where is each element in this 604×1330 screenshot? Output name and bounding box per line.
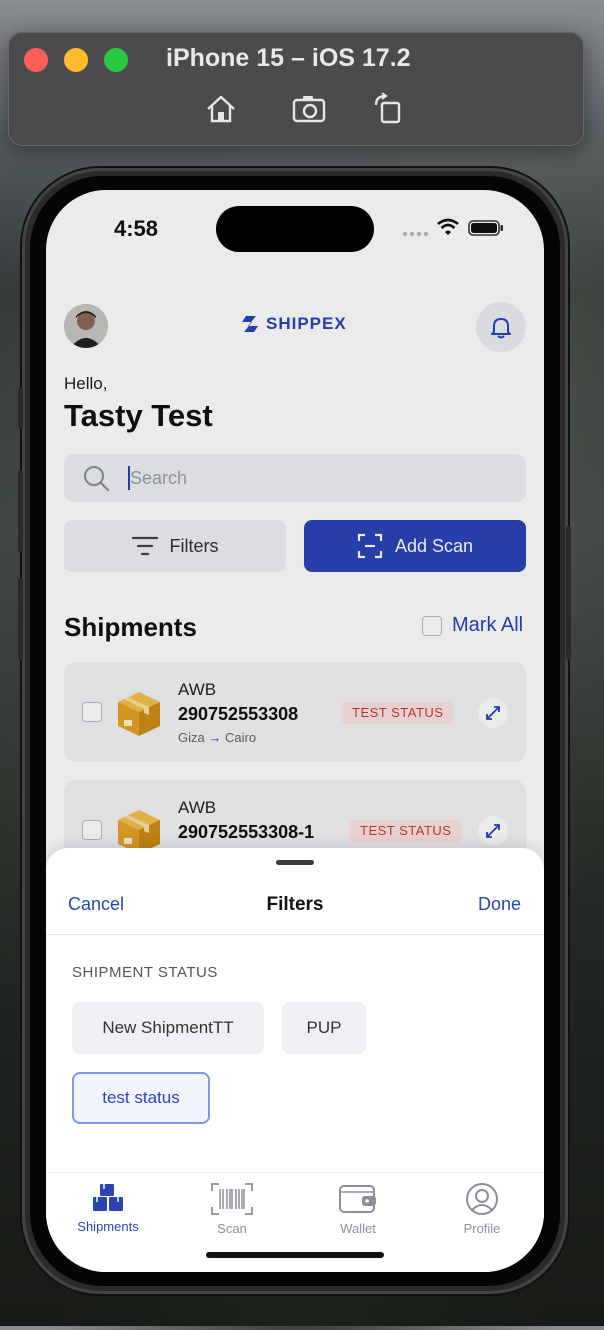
minimize-window-button[interactable] bbox=[64, 48, 88, 72]
section-label: SHIPMENT STATUS bbox=[72, 964, 218, 981]
volume-up-button bbox=[18, 470, 23, 552]
sheet-title: Filters bbox=[266, 894, 324, 915]
profile-icon bbox=[466, 1183, 498, 1215]
screenshot-icon[interactable] bbox=[292, 92, 326, 126]
power-button bbox=[566, 526, 571, 660]
action-button bbox=[18, 388, 23, 428]
barcode-icon bbox=[211, 1183, 253, 1215]
wallet-icon bbox=[339, 1185, 376, 1213]
tab-label: Wallet bbox=[340, 1221, 376, 1236]
status-option-new-shipment[interactable]: New ShipmentTT bbox=[72, 1002, 264, 1054]
tab-shipments[interactable]: Shipments bbox=[46, 1183, 170, 1234]
phone-screen: 4:58 SHIPPEX Hello, Tasty Test Search Fi… bbox=[46, 190, 544, 1272]
home-icon[interactable] bbox=[204, 92, 238, 126]
tab-profile[interactable]: Profile bbox=[420, 1183, 544, 1236]
close-window-button[interactable] bbox=[24, 48, 48, 72]
tab-label: Profile bbox=[463, 1221, 501, 1236]
status-option-test-status[interactable]: test status bbox=[72, 1072, 210, 1124]
rotate-icon[interactable] bbox=[372, 92, 406, 126]
status-option-pup[interactable]: PUP bbox=[282, 1002, 366, 1054]
simulator-title: iPhone 15 – iOS 17.2 bbox=[166, 44, 411, 72]
volume-down-button bbox=[18, 578, 23, 660]
zoom-window-button[interactable] bbox=[104, 48, 128, 72]
tab-scan[interactable]: Scan bbox=[170, 1183, 294, 1236]
tab-label: Scan bbox=[217, 1221, 247, 1236]
sheet-grabber[interactable] bbox=[276, 860, 314, 865]
done-button[interactable]: Done bbox=[478, 894, 521, 915]
boxes-icon bbox=[93, 1184, 123, 1211]
divider bbox=[46, 934, 544, 935]
tab-label: Shipments bbox=[77, 1219, 139, 1234]
tab-wallet[interactable]: Wallet bbox=[296, 1183, 420, 1236]
home-indicator[interactable] bbox=[206, 1252, 384, 1258]
